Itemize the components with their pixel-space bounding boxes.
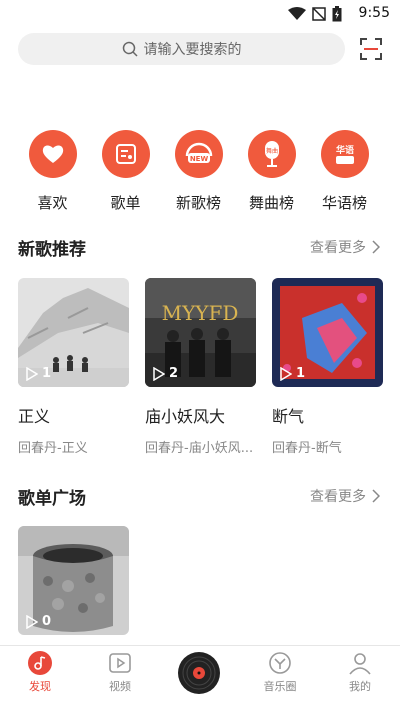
section-title-new-songs: 新歌推荐 <box>18 240 86 260</box>
play-count: 2 <box>153 366 178 381</box>
svg-text:舞曲: 舞曲 <box>265 147 277 155</box>
tab-video[interactable]: 视频 <box>90 650 150 694</box>
category-new-chart[interactable]: NEW 新歌榜 <box>162 130 235 213</box>
section-title-playlists: 歌单广场 <box>18 489 86 509</box>
play-count-value: 2 <box>169 366 179 381</box>
wifi-icon <box>288 7 306 20</box>
play-count-value: 1 <box>296 366 306 381</box>
tab-me[interactable]: 我的 <box>330 650 390 694</box>
new-badge-icon: NEW <box>174 130 223 178</box>
category-label: 华语榜 <box>321 194 367 212</box>
battery-icon <box>332 6 342 22</box>
svg-text:MYYFD: MYYFD <box>162 301 239 325</box>
play-count-value: 1 <box>42 366 52 381</box>
search-placeholder: 请输入要搜索的 <box>143 42 242 58</box>
play-icon <box>26 366 38 381</box>
playlist-card[interactable]: 0 <box>18 526 129 635</box>
chevron-right-icon <box>372 489 380 503</box>
category-label: 歌单 <box>110 194 141 212</box>
now-playing-disc[interactable] <box>169 651 229 695</box>
bottom-tab-bar: 发现 视频 音乐圈 我的 <box>0 645 400 701</box>
category-row: 喜欢 歌单 NEW 新歌榜 舞曲 舞曲榜 华语 华语榜 <box>0 130 400 213</box>
song-card[interactable]: 1 正义 回春丹-正义 <box>18 278 129 456</box>
tab-music-circle[interactable]: 音乐圈 <box>250 650 310 694</box>
tab-label: 音乐圈 <box>263 680 297 693</box>
status-bar: 9:55 <box>0 0 400 28</box>
song-cover: 1 <box>272 278 383 387</box>
song-cover: 1 <box>18 278 129 387</box>
song-card[interactable]: 1 断气 回春丹-断气 <box>272 278 383 456</box>
play-icon <box>153 366 165 381</box>
song-title: 庙小妖风大 <box>145 407 226 426</box>
category-dance-chart[interactable]: 舞曲 舞曲榜 <box>235 130 308 213</box>
tab-discover[interactable]: 发现 <box>10 650 70 694</box>
heart-icon <box>28 130 77 178</box>
song-title: 正义 <box>18 407 51 426</box>
song-artist: 回春丹-断气 <box>272 441 342 456</box>
song-artist: 回春丹-庙小妖风... <box>145 441 254 456</box>
status-icons <box>288 6 342 22</box>
play-icon <box>280 366 292 381</box>
music-note-icon <box>28 651 52 675</box>
svg-text:华语: 华语 <box>335 144 353 156</box>
no-signal-icon <box>312 7 326 21</box>
microphone-icon: 舞曲 <box>247 130 296 178</box>
play-count: 1 <box>280 366 305 381</box>
category-chinese-chart[interactable]: 华语 华语榜 <box>308 130 381 213</box>
more-label: 查看更多 <box>310 489 366 505</box>
music-circle-icon <box>269 652 291 674</box>
category-playlist[interactable]: 歌单 <box>89 130 162 213</box>
new-songs-more-link[interactable]: 查看更多 <box>310 237 380 257</box>
playlists-more-link[interactable]: 查看更多 <box>310 486 380 506</box>
play-count: 0 <box>26 614 51 629</box>
song-card[interactable]: MYYFD 2 庙小妖风大 回春丹-庙小妖风... <box>145 278 256 456</box>
category-label: 舞曲榜 <box>248 194 294 212</box>
song-cover: MYYFD 2 <box>145 278 256 387</box>
more-label: 查看更多 <box>310 240 366 256</box>
user-icon <box>349 653 371 675</box>
category-label: 新歌榜 <box>175 194 221 212</box>
tab-label: 发现 <box>29 680 51 693</box>
chinese-chart-icon: 华语 <box>320 130 369 178</box>
playlist-icon <box>101 130 150 178</box>
chevron-right-icon <box>372 240 380 254</box>
play-count-value: 0 <box>42 614 52 629</box>
play-count: 1 <box>26 366 51 381</box>
search-icon <box>122 41 138 57</box>
category-label: 喜欢 <box>37 194 68 212</box>
video-icon <box>109 653 131 673</box>
status-time: 9:55 <box>358 5 390 21</box>
scan-icon[interactable] <box>360 38 382 60</box>
song-artist: 回春丹-正义 <box>18 441 88 456</box>
play-icon <box>26 614 38 629</box>
playlist-cover: 0 <box>18 526 129 635</box>
search-input[interactable]: 请输入要搜索的 <box>18 33 345 65</box>
tab-label: 我的 <box>349 680 371 693</box>
category-like[interactable]: 喜欢 <box>16 130 89 213</box>
svg-text:NEW: NEW <box>189 155 208 163</box>
tab-label: 视频 <box>109 680 131 693</box>
song-title: 断气 <box>272 407 305 426</box>
vinyl-record-icon <box>178 652 220 694</box>
